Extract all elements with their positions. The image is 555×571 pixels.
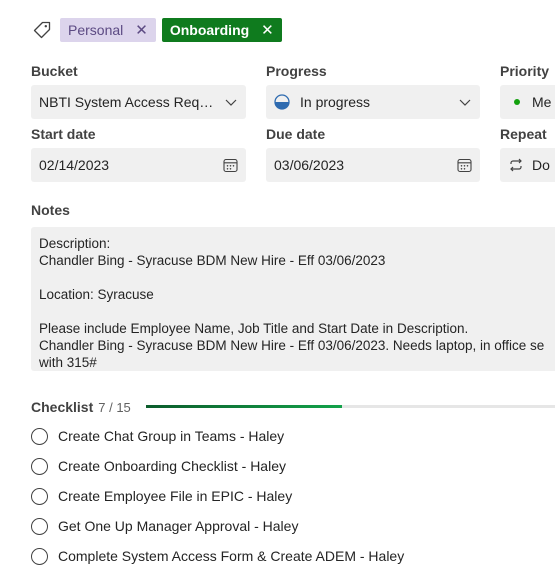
checklist-item-text[interactable]: Get One Up Manager Approval - Haley xyxy=(58,518,298,534)
label-chip-text: Onboarding xyxy=(169,22,250,38)
repeat-dropdown[interactable]: Do xyxy=(500,148,555,182)
checklist-item: Create Employee File in EPIC - Haley xyxy=(31,486,292,506)
chevron-down-icon xyxy=(225,99,237,106)
priority-value: Me xyxy=(532,94,552,110)
checkbox-circle-icon[interactable] xyxy=(31,517,48,535)
checklist-item-text[interactable]: Create Onboarding Checklist - Haley xyxy=(58,458,286,474)
checkbox-circle-icon[interactable] xyxy=(31,547,48,565)
checklist-progress-fill xyxy=(146,405,342,408)
labels-row: Personal ✕ Onboarding ✕ xyxy=(31,18,288,42)
checklist-item: Complete System Access Form & Create ADE… xyxy=(31,546,404,566)
repeat-value: Do xyxy=(532,157,550,173)
checklist-header: Checklist 7 / 15 xyxy=(31,399,131,415)
start-date-label: Start date xyxy=(31,126,96,142)
priority-dropdown[interactable]: Me xyxy=(500,85,555,119)
priority-dot-icon xyxy=(514,99,520,105)
start-date-picker[interactable]: 02/14/2023 xyxy=(31,148,246,182)
half-circle-progress-icon xyxy=(274,94,290,110)
due-date-value: 03/06/2023 xyxy=(274,157,345,173)
checklist-progress-bar xyxy=(146,405,555,408)
checkbox-circle-icon[interactable] xyxy=(31,457,48,475)
tag-icon[interactable] xyxy=(31,19,53,41)
checklist-item: Create Chat Group in Teams - Haley xyxy=(31,426,284,446)
checklist-item-text[interactable]: Create Employee File in EPIC - Haley xyxy=(58,488,292,504)
repeat-icon xyxy=(510,158,522,172)
checklist-item-text[interactable]: Create Chat Group in Teams - Haley xyxy=(58,428,284,444)
close-icon[interactable]: ✕ xyxy=(135,23,148,38)
progress-dropdown[interactable]: In progress xyxy=(266,85,480,119)
progress-label: Progress xyxy=(266,63,327,79)
bucket-dropdown[interactable]: NBTI System Access Reque... xyxy=(31,85,246,119)
bucket-value: NBTI System Access Reque... xyxy=(39,94,218,110)
label-chip-personal[interactable]: Personal ✕ xyxy=(60,18,156,42)
checkbox-circle-icon[interactable] xyxy=(31,427,48,445)
checklist-item-text[interactable]: Complete System Access Form & Create ADE… xyxy=(58,548,404,564)
checklist-item: Get One Up Manager Approval - Haley xyxy=(31,516,298,536)
priority-label: Priority xyxy=(500,63,550,79)
label-chip-onboarding[interactable]: Onboarding ✕ xyxy=(161,18,282,42)
close-icon[interactable]: ✕ xyxy=(261,23,274,38)
due-date-picker[interactable]: 03/06/2023 xyxy=(266,148,480,182)
checkbox-circle-icon[interactable] xyxy=(31,487,48,505)
checklist-item: Create Onboarding Checklist - Haley xyxy=(31,456,286,476)
checklist-title: Checklist xyxy=(31,399,94,415)
notes-textarea[interactable]: Description: Chandler Bing - Syracuse BD… xyxy=(31,227,555,371)
label-chip-text: Personal xyxy=(68,22,124,38)
repeat-label: Repeat xyxy=(500,126,547,142)
checklist-count: 7 / 15 xyxy=(98,399,131,415)
notes-label: Notes xyxy=(31,202,70,218)
start-date-value: 02/14/2023 xyxy=(39,157,110,173)
calendar-icon[interactable] xyxy=(457,158,472,173)
calendar-icon[interactable] xyxy=(223,158,238,173)
due-date-label: Due date xyxy=(266,126,326,142)
chevron-down-icon xyxy=(459,99,471,106)
progress-value: In progress xyxy=(300,94,371,110)
bucket-label: Bucket xyxy=(31,63,78,79)
